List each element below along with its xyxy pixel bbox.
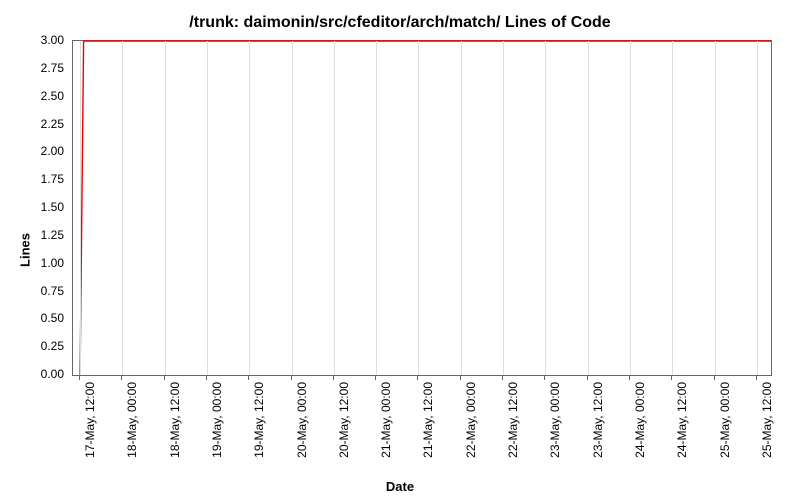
y-tick-label: 1.00 (41, 256, 64, 270)
x-tick-label: 22-May, 00:00 (464, 382, 478, 458)
x-tick-label: 19-May, 12:00 (252, 382, 266, 458)
y-tick-label: 0.00 (41, 367, 64, 381)
y-tick-label: 1.50 (41, 200, 64, 214)
y-tick-label: 0.50 (41, 311, 64, 325)
gridline (122, 41, 123, 375)
gridline (334, 41, 335, 375)
gridline (249, 41, 250, 375)
y-tick-label: 3.00 (41, 33, 64, 47)
gridline (207, 41, 208, 375)
gridline (292, 41, 293, 375)
x-tick-label: 20-May, 12:00 (337, 382, 351, 458)
x-tick-label: 22-May, 12:00 (506, 382, 520, 458)
y-tick-labels: 0.000.250.500.751.001.251.501.752.002.25… (0, 40, 68, 376)
chart-title: /trunk: daimonin/src/cfeditor/arch/match… (0, 14, 800, 32)
gridline (672, 41, 673, 375)
x-tick-label: 23-May, 12:00 (591, 382, 605, 458)
x-tick-label: 24-May, 12:00 (675, 382, 689, 458)
x-tick-label: 19-May, 00:00 (210, 382, 224, 458)
x-tick-label: 25-May, 12:00 (760, 382, 774, 458)
x-tick-label: 17-May, 12:00 (83, 382, 97, 458)
data-line-svg (73, 41, 771, 375)
chart-container: /trunk: daimonin/src/cfeditor/arch/match… (0, 0, 800, 500)
gridline (461, 41, 462, 375)
gridline (503, 41, 504, 375)
x-tick-label: 18-May, 12:00 (168, 382, 182, 458)
gridline (588, 41, 589, 375)
gridline (545, 41, 546, 375)
x-tick-label: 21-May, 00:00 (379, 382, 393, 458)
x-tick-label: 25-May, 00:00 (718, 382, 732, 458)
x-tick-label: 24-May, 00:00 (633, 382, 647, 458)
gridline (757, 41, 758, 375)
plot-area (72, 40, 772, 376)
y-tick-label: 0.25 (41, 339, 64, 353)
x-tick-label: 21-May, 12:00 (421, 382, 435, 458)
y-tick-label: 2.75 (41, 61, 64, 75)
y-tick-label: 0.75 (41, 284, 64, 298)
y-tick-label: 2.00 (41, 144, 64, 158)
y-tick-label: 2.50 (41, 89, 64, 103)
gridline (376, 41, 377, 375)
gridline (165, 41, 166, 375)
x-tick-labels: 17-May, 12:00 18-May, 00:00 18-May, 12:00 1… (72, 376, 772, 476)
x-tick-label: 20-May, 00:00 (295, 382, 309, 458)
y-tick-label: 1.25 (41, 228, 64, 242)
x-tick-label: 18-May, 00:00 (125, 382, 139, 458)
y-tick-label: 1.75 (41, 172, 64, 186)
gridline (80, 41, 81, 375)
y-tick-label: 2.25 (41, 117, 64, 131)
gridline (715, 41, 716, 375)
gridline (418, 41, 419, 375)
gridline (630, 41, 631, 375)
x-tick-label: 23-May, 00:00 (548, 382, 562, 458)
x-axis-label: Date (0, 479, 800, 494)
